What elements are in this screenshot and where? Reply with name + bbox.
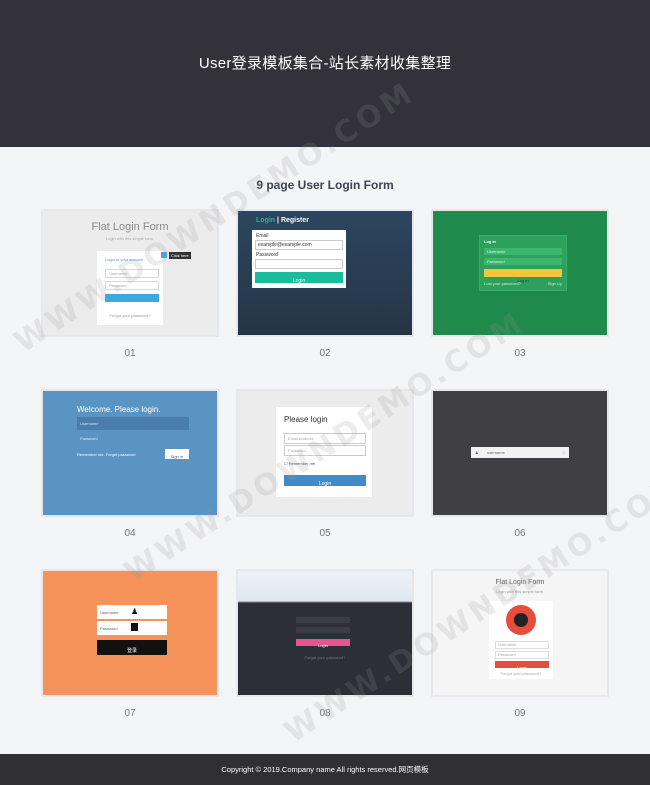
- login-button[interactable]: Login: [296, 639, 350, 648]
- template-card-09[interactable]: Flat Login Form Login with this simple f…: [431, 569, 609, 697]
- card-number-08: 08: [319, 708, 331, 719]
- password-field[interactable]: Password: [495, 651, 549, 659]
- email-label: Email: [256, 233, 269, 239]
- arrow-icon[interactable]: ▷: [563, 450, 566, 455]
- login-box: Email example@example.com Password Login: [252, 230, 346, 288]
- card-number-07: 07: [124, 708, 136, 719]
- remember-checkbox[interactable]: ☐ Remember me: [284, 461, 315, 466]
- form-title: Login to your account: [105, 257, 144, 262]
- template-card-04[interactable]: Welcome. Please login. Username Password…: [41, 389, 219, 517]
- heading: Flat Login Form: [495, 579, 545, 586]
- thumbnail-01: Flat Login Form Login with this simple f…: [43, 211, 217, 335]
- badge: Click here: [169, 252, 191, 259]
- login-box: Username Password Login Forgot your pass…: [489, 601, 553, 679]
- header-bar: User登录模板集合-站长素材收集整理: [0, 0, 650, 147]
- login-button[interactable]: Log In: [484, 269, 562, 283]
- section-title: 9 page User Login Form: [256, 178, 394, 192]
- username-field[interactable]: Username: [495, 641, 549, 649]
- tabs: Login | Register: [256, 217, 309, 224]
- login-box: Log In Username Password Log In Lost you…: [479, 235, 567, 291]
- thumbnail-06: ♟ username ▷: [433, 391, 607, 515]
- template-card-05[interactable]: Please login Email Address Password ☐ Re…: [236, 389, 414, 517]
- signup-link[interactable]: Sign Up: [548, 281, 562, 286]
- remember-text[interactable]: Remember me. Forget password: [77, 452, 135, 457]
- thumbnail-09: Flat Login Form Login with this simple f…: [433, 571, 607, 695]
- close-icon[interactable]: [161, 252, 167, 258]
- password-field[interactable]: [255, 259, 343, 269]
- username-field[interactable]: ♟ username ▷: [471, 447, 569, 458]
- card-number-09: 09: [514, 708, 526, 719]
- template-card-03[interactable]: Log In Username Password Log In Lost you…: [431, 209, 609, 337]
- copyright-text: Copyright © 2019.Company name All rights…: [221, 765, 429, 774]
- thumbnail-07: Username ♟ Password 登录: [43, 571, 217, 695]
- forgot-link[interactable]: Forgot your password?: [238, 655, 412, 660]
- email-field[interactable]: example@example.com: [255, 240, 343, 250]
- form-title: Log In: [484, 239, 496, 244]
- username-field[interactable]: Username: [484, 248, 562, 255]
- login-button[interactable]: Login: [495, 661, 549, 670]
- card-number-06: 06: [514, 528, 526, 539]
- card-number-04: 04: [124, 528, 136, 539]
- password-field[interactable]: Password: [97, 621, 167, 635]
- card-number-02: 02: [319, 348, 331, 359]
- tab-login[interactable]: Login: [256, 217, 275, 224]
- password-field[interactable]: Password: [105, 281, 159, 290]
- heading: Flat Login Form: [91, 221, 169, 233]
- login-button[interactable]: Login: [255, 272, 343, 284]
- thumbnail-04: Welcome. Please login. Username Password…: [43, 391, 217, 515]
- username-field[interactable]: Username: [105, 269, 159, 278]
- password-field[interactable]: Password: [77, 432, 189, 445]
- thumbnail-08: Login Forgot your password?: [238, 571, 412, 695]
- username-field[interactable]: [296, 617, 350, 623]
- template-card-06[interactable]: ♟ username ▷: [431, 389, 609, 517]
- subheading: Login with this simple form.: [495, 589, 545, 594]
- email-field[interactable]: Email Address: [284, 433, 366, 444]
- password-field[interactable]: [296, 627, 350, 633]
- template-card-02[interactable]: Login | Register Email example@example.c…: [236, 209, 414, 337]
- password-field[interactable]: Password: [484, 258, 562, 265]
- card-number-03: 03: [514, 348, 526, 359]
- card-number-01: 01: [124, 348, 136, 359]
- user-icon: ♟: [475, 450, 479, 455]
- thumbnail-05: Please login Email Address Password ☐ Re…: [238, 391, 412, 515]
- avatar: [506, 605, 536, 635]
- username-field[interactable]: Username ♟: [97, 605, 167, 619]
- user-icon: ♟: [131, 607, 139, 616]
- signin-button[interactable]: Sign In: [165, 449, 189, 459]
- thumbnail-02: Login | Register Email example@example.c…: [238, 211, 412, 335]
- card-number-05: 05: [319, 528, 331, 539]
- heading: Please login: [284, 415, 328, 424]
- login-button[interactable]: Login: [105, 294, 159, 308]
- template-card-01[interactable]: Flat Login Form Login with this simple f…: [41, 209, 219, 337]
- login-box: Login to your account Username Password …: [97, 251, 163, 325]
- forgot-link[interactable]: Forgot your password?: [97, 313, 163, 318]
- forgot-link[interactable]: Forgot your password?: [489, 671, 553, 676]
- template-card-08[interactable]: Login Forgot your password?: [236, 569, 414, 697]
- login-button[interactable]: 登录: [97, 640, 167, 655]
- login-box: Please login Email Address Password ☐ Re…: [276, 407, 372, 497]
- login-button[interactable]: Login: [284, 475, 366, 487]
- lock-icon: [131, 623, 138, 631]
- thumbnail-03: Log In Username Password Log In Lost you…: [433, 211, 607, 335]
- password-label: Password: [256, 252, 278, 258]
- avatar-icon: [514, 613, 528, 627]
- page-title: User登录模板集合-站长素材收集整理: [198, 55, 452, 72]
- heading: Welcome. Please login.: [77, 405, 161, 414]
- subheading: Login with this simple form.: [105, 236, 155, 241]
- footer: Copyright © 2019.Company name All rights…: [0, 754, 650, 785]
- username-field[interactable]: Username: [77, 417, 189, 430]
- password-field[interactable]: Password: [284, 445, 366, 456]
- tab-register[interactable]: Register: [281, 217, 309, 224]
- template-card-07[interactable]: Username ♟ Password 登录: [41, 569, 219, 697]
- lost-password-link[interactable]: Lost your password?: [484, 281, 521, 286]
